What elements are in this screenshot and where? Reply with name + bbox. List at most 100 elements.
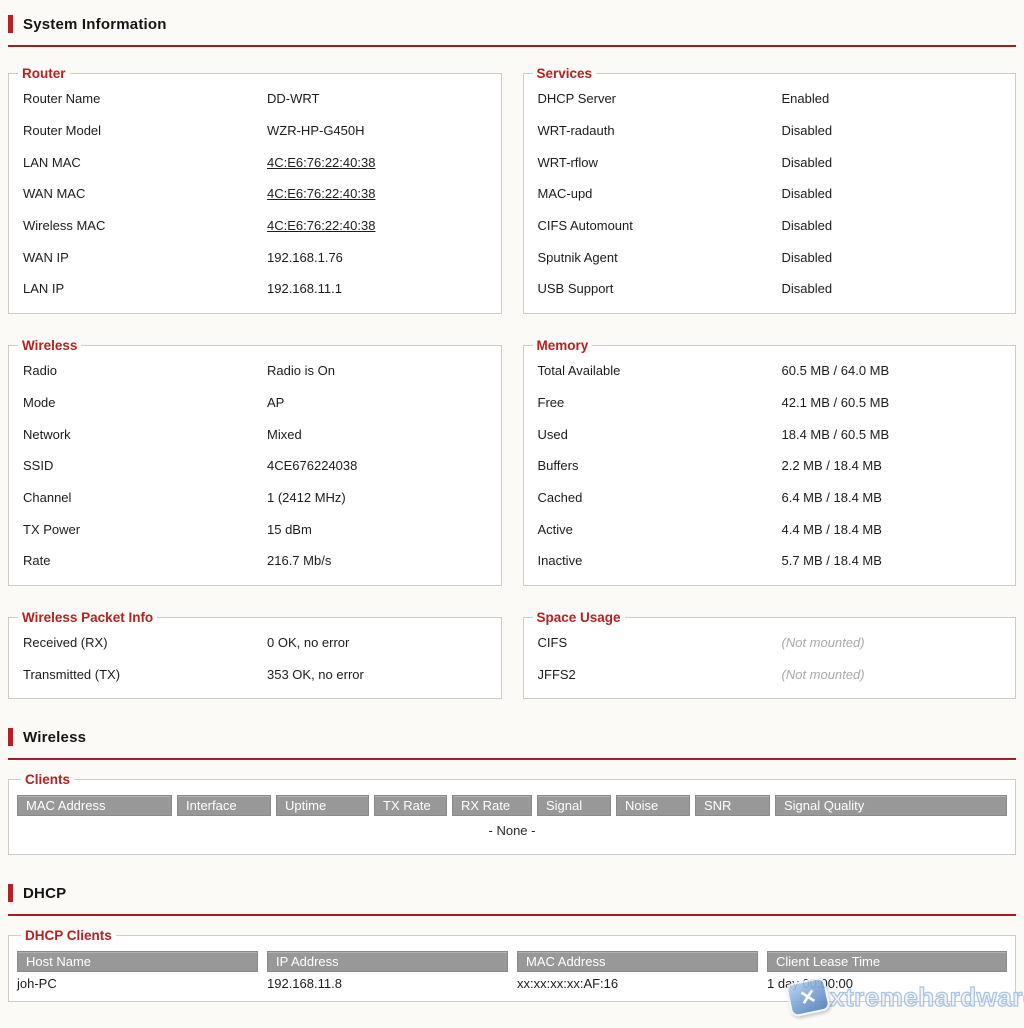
info-row: LAN IP192.168.11.1 bbox=[14, 273, 491, 305]
memory-panel: Memory Total Available60.5 MB / 64.0 MB … bbox=[523, 338, 1017, 586]
info-row: Free42.1 MB / 60.5 MB bbox=[529, 387, 1006, 419]
col-client-lease-time: Client Lease Time bbox=[767, 951, 1007, 972]
field-value: 353 OK, no error bbox=[267, 667, 364, 682]
field-value: 4CE676224038 bbox=[267, 458, 357, 473]
field-value: 1 (2412 MHz) bbox=[267, 490, 346, 505]
packet-info-legend: Wireless Packet Info bbox=[18, 610, 157, 625]
field-label: Network bbox=[14, 427, 267, 442]
field-label: USB Support bbox=[529, 281, 782, 296]
clients-empty-message: - None - bbox=[17, 823, 1007, 838]
field-value: 192.168.11.1 bbox=[267, 281, 342, 296]
field-value: Disabled bbox=[782, 123, 833, 138]
memory-legend: Memory bbox=[533, 338, 593, 353]
wan-mac-link[interactable]: 4C:E6:76:22:40:38 bbox=[267, 186, 375, 201]
field-value: AP bbox=[267, 395, 284, 410]
field-label: Inactive bbox=[529, 553, 782, 568]
field-label: Buffers bbox=[529, 458, 782, 473]
field-value: 4.4 MB / 18.4 MB bbox=[782, 522, 882, 537]
field-label: Received (RX) bbox=[14, 635, 267, 650]
field-label: Radio bbox=[14, 363, 267, 378]
field-label: Router Name bbox=[14, 91, 267, 106]
field-value: 15 dBm bbox=[267, 522, 312, 537]
col-rx-rate: RX Rate bbox=[452, 795, 532, 816]
field-label: Rate bbox=[14, 553, 267, 568]
dhcp-lease-time: 1 day 00:00:00 bbox=[767, 976, 1007, 991]
clients-table-header: MAC Address Interface Uptime TX Rate RX … bbox=[17, 795, 1007, 816]
dhcp-table-header: Host Name IP Address MAC Address Client … bbox=[17, 951, 1007, 972]
dhcp-clients-legend: DHCP Clients bbox=[21, 928, 116, 943]
field-label: Free bbox=[529, 395, 782, 410]
dhcp-client-row: joh-PC 192.168.11.8 xx:xx:xx:xx:AF:16 1 … bbox=[17, 976, 1007, 991]
col-signal-quality: Signal Quality bbox=[775, 795, 1007, 816]
clients-legend: Clients bbox=[21, 772, 74, 787]
field-label: WRT-rflow bbox=[529, 155, 782, 170]
section-divider bbox=[8, 758, 1016, 760]
info-row: USB SupportDisabled bbox=[529, 273, 1006, 305]
field-value: 2.2 MB / 18.4 MB bbox=[782, 458, 882, 473]
dhcp-ip-address: 192.168.11.8 bbox=[267, 976, 508, 991]
field-value: Mixed bbox=[267, 427, 302, 442]
info-row: Sputnik AgentDisabled bbox=[529, 241, 1006, 273]
col-mac-address: MAC Address bbox=[17, 795, 172, 816]
info-row: Active4.4 MB / 18.4 MB bbox=[529, 513, 1006, 545]
field-value: 18.4 MB / 60.5 MB bbox=[782, 427, 890, 442]
info-row: SSID4CE676224038 bbox=[14, 450, 491, 482]
router-panel: Router Router NameDD-WRT Router ModelWZR… bbox=[8, 66, 502, 314]
wireless-mac-link[interactable]: 4C:E6:76:22:40:38 bbox=[267, 218, 375, 233]
col-ip-address: IP Address bbox=[267, 951, 508, 972]
field-label: Channel bbox=[14, 490, 267, 505]
dhcp-section-title: DHCP bbox=[23, 885, 66, 902]
page-title: System Information bbox=[23, 16, 167, 33]
field-label: CIFS Automount bbox=[529, 218, 782, 233]
info-row: Total Available60.5 MB / 64.0 MB bbox=[529, 355, 1006, 387]
system-info-page: System Information Router Router NameDD-… bbox=[0, 0, 1024, 1002]
col-snr: SNR bbox=[695, 795, 770, 816]
field-value: (Not mounted) bbox=[782, 667, 865, 682]
col-tx-rate: TX Rate bbox=[374, 795, 447, 816]
info-row: DHCP ServerEnabled bbox=[529, 83, 1006, 115]
field-label: JFFS2 bbox=[529, 667, 782, 682]
lan-mac-link[interactable]: 4C:E6:76:22:40:38 bbox=[267, 155, 375, 170]
field-value: 6.4 MB / 18.4 MB bbox=[782, 490, 882, 505]
space-usage-panel: Space Usage CIFS(Not mounted) JFFS2(Not … bbox=[523, 610, 1017, 699]
wireless-legend: Wireless bbox=[18, 338, 81, 353]
field-label: Active bbox=[529, 522, 782, 537]
field-value: 216.7 Mb/s bbox=[267, 553, 331, 568]
field-label: DHCP Server bbox=[529, 91, 782, 106]
field-label: SSID bbox=[14, 458, 267, 473]
section-divider bbox=[8, 914, 1016, 916]
red-bar-icon bbox=[8, 728, 13, 746]
info-row: MAC-updDisabled bbox=[529, 178, 1006, 210]
field-label: Used bbox=[529, 427, 782, 442]
info-row: WAN IP192.168.1.76 bbox=[14, 241, 491, 273]
info-row: ModeAP bbox=[14, 387, 491, 419]
field-value: 42.1 MB / 60.5 MB bbox=[782, 395, 890, 410]
field-label: Total Available bbox=[529, 363, 782, 378]
clients-panel: Clients MAC Address Interface Uptime TX … bbox=[8, 772, 1016, 855]
info-row: WRT-radauthDisabled bbox=[529, 115, 1006, 147]
info-row: LAN MAC4C:E6:76:22:40:38 bbox=[14, 146, 491, 178]
section-divider bbox=[8, 45, 1016, 47]
packet-info-panel: Wireless Packet Info Received (RX)0 OK, … bbox=[8, 610, 502, 699]
field-value: Disabled bbox=[782, 186, 833, 201]
info-row: CIFS AutomountDisabled bbox=[529, 210, 1006, 242]
section-dhcp: DHCP bbox=[8, 883, 1016, 916]
col-interface: Interface bbox=[177, 795, 271, 816]
section-system-information: System Information bbox=[8, 14, 1016, 47]
dhcp-clients-panel: DHCP Clients Host Name IP Address MAC Ad… bbox=[8, 928, 1016, 1002]
info-row: Cached6.4 MB / 18.4 MB bbox=[529, 482, 1006, 514]
field-label: Router Model bbox=[14, 123, 267, 138]
field-value: WZR-HP-G450H bbox=[267, 123, 365, 138]
field-label: CIFS bbox=[529, 635, 782, 650]
field-value: Enabled bbox=[782, 91, 830, 106]
info-row: Buffers2.2 MB / 18.4 MB bbox=[529, 450, 1006, 482]
info-row: CIFS(Not mounted) bbox=[529, 627, 1006, 659]
services-legend: Services bbox=[533, 66, 597, 81]
dhcp-mac-address: xx:xx:xx:xx:AF:16 bbox=[517, 976, 758, 991]
field-label: LAN MAC bbox=[14, 155, 267, 170]
field-label: Wireless MAC bbox=[14, 218, 267, 233]
info-row: WRT-rflowDisabled bbox=[529, 146, 1006, 178]
field-value: Disabled bbox=[782, 281, 833, 296]
col-uptime: Uptime bbox=[276, 795, 369, 816]
info-row: WAN MAC4C:E6:76:22:40:38 bbox=[14, 178, 491, 210]
